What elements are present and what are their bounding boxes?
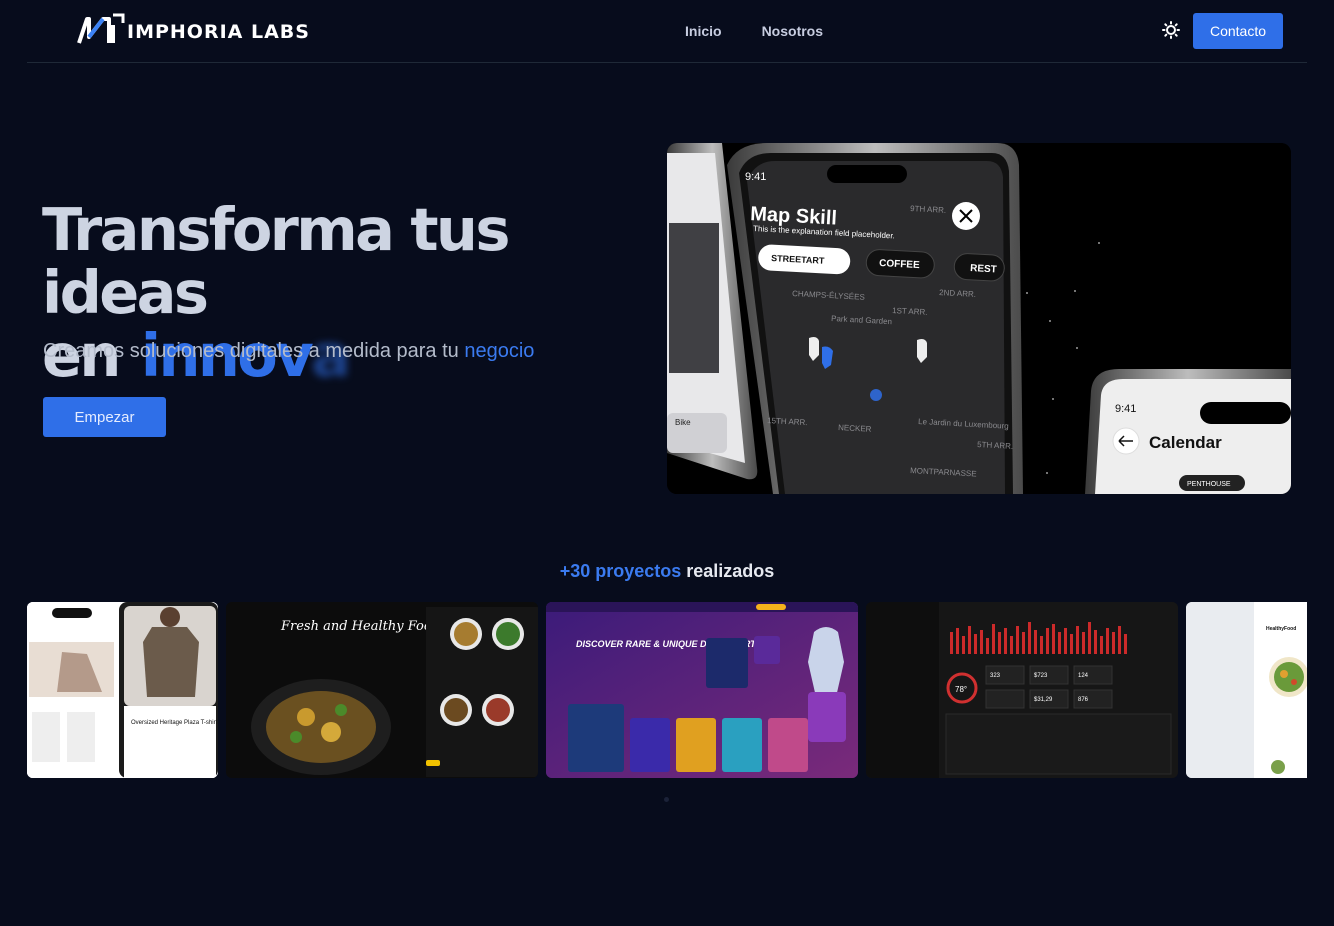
phone-time: 9:41: [745, 171, 766, 183]
map-label-6: NECKER: [838, 423, 872, 434]
project-card-food[interactable]: Fresh and Healthy Food Specialties: [226, 602, 538, 778]
site-header: IMPHORIA LABS Inicio Nosotros Contacto: [27, 0, 1307, 63]
hero-title-line1: Transforma tus ideas: [42, 195, 510, 327]
projects-suffix: realizados: [686, 561, 775, 581]
projects-count: +30 proyectos: [559, 561, 682, 581]
main-nav: Inicio Nosotros: [685, 23, 823, 39]
sun-icon[interactable]: [1162, 21, 1180, 39]
dashboard-stat-4: 876: [1078, 697, 1089, 703]
project-card-fashion[interactable]: Oversized Heritage Plaza T-shirt: [27, 602, 218, 778]
nav-item-nosotros[interactable]: Nosotros: [762, 23, 823, 39]
project-card-healthy-food[interactable]: HealthyFood: [1186, 602, 1307, 778]
penthouse-chip: PENTHOUSE: [1187, 481, 1231, 488]
dashboard-stat-1: $723: [1034, 673, 1048, 679]
carousel-indicator[interactable]: [664, 797, 669, 802]
projects-carousel[interactable]: Oversized Heritage Plaza T-shirt Fresh a…: [27, 602, 1307, 778]
imphoria-logo-icon: [77, 13, 125, 44]
chip-coffee: COFFEE: [879, 258, 920, 271]
brand-name: IMPHORIA LABS: [127, 21, 310, 43]
hero-subtitle-text: Creamos soluciones digitales a medida pa…: [43, 340, 459, 362]
project-card-nft[interactable]: DISCOVER RARE & UNIQUE DIGITAL ART: [546, 602, 858, 778]
map-label-1: 1ST ARR.: [892, 306, 928, 317]
projects-heading: +30 proyectos realizados: [0, 561, 1334, 582]
map-label-4: 5TH ARR.: [977, 440, 1013, 451]
map-label-3: 9TH ARR.: [910, 204, 946, 215]
dashboard-stat-3: $31,29: [1034, 697, 1053, 703]
phone-mockup-illustration: Bike 9:41 Map Skill This is the explanat…: [667, 143, 1291, 494]
left-phone-label: Bike: [675, 418, 691, 427]
hero-subtitle-accent: negocio: [464, 340, 535, 362]
second-phone-time: 9:41: [1115, 403, 1136, 415]
healthy-card-title: HealthyFood: [1266, 626, 1296, 632]
nav-item-inicio[interactable]: Inicio: [685, 23, 722, 39]
brand-logo[interactable]: IMPHORIA LABS: [75, 13, 310, 47]
hero-subtitle: Creamos soluciones digitales a medida pa…: [43, 340, 534, 363]
start-button[interactable]: Empezar: [43, 397, 166, 437]
project-card-dashboard[interactable]: 78° 323 $723 124 $31,29 876: [866, 602, 1178, 778]
dashboard-stat-5: 78°: [955, 685, 967, 694]
dashboard-stat-0: 323: [990, 673, 1001, 679]
nft-marketplace-illustration: DISCOVER RARE & UNIQUE DIGITAL ART: [546, 602, 858, 778]
food-app-illustration: Fresh and Healthy Food Specialties: [226, 602, 538, 778]
calendar-title: Calendar: [1149, 433, 1222, 452]
analytics-dashboard-illustration: 78° 323 $723 124 $31,29 876: [866, 602, 1178, 778]
dashboard-stat-2: 124: [1078, 673, 1089, 679]
contact-button[interactable]: Contacto: [1193, 13, 1283, 49]
fashion-card-caption: Oversized Heritage Plaza T-shirt: [131, 720, 218, 726]
hero-image: Bike 9:41 Map Skill This is the explanat…: [667, 143, 1291, 494]
healthy-food-illustration: HealthyFood: [1186, 602, 1307, 778]
fashion-app-illustration: Oversized Heritage Plaza T-shirt: [27, 602, 218, 778]
chip-rest: REST: [970, 263, 997, 275]
